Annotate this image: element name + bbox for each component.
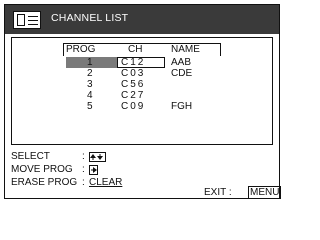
row-prog: 2 bbox=[87, 68, 93, 79]
row-ch: C27 bbox=[121, 90, 146, 101]
move-colon: : bbox=[82, 164, 85, 175]
row-ch: C12 bbox=[121, 57, 146, 68]
move-prog-label: MOVE PROG bbox=[11, 164, 73, 175]
row-ch: C56 bbox=[121, 79, 146, 90]
erase-colon: : bbox=[82, 177, 85, 188]
window-title: CHANNEL LIST bbox=[51, 12, 129, 24]
right-arrow-icon bbox=[91, 167, 97, 173]
row-name: AAB bbox=[171, 57, 192, 68]
exit-label: EXIT : bbox=[204, 187, 232, 198]
row-name: FGH bbox=[171, 101, 193, 112]
select-label: SELECT bbox=[11, 151, 50, 162]
clear-button[interactable]: CLEAR bbox=[89, 177, 122, 188]
column-header-ch: CH bbox=[128, 44, 143, 55]
row-name: CDE bbox=[171, 68, 193, 79]
row-prog: 1 bbox=[87, 57, 93, 68]
row-ch: C03 bbox=[121, 68, 146, 79]
select-keys bbox=[89, 152, 106, 162]
row-prog: 3 bbox=[87, 79, 93, 90]
row-ch: C09 bbox=[121, 101, 146, 112]
row-prog: 4 bbox=[87, 90, 93, 101]
column-header-name: NAME bbox=[171, 44, 200, 55]
title-bar: CHANNEL LIST bbox=[5, 5, 279, 34]
erase-prog-label: ERASE PROG bbox=[11, 177, 78, 188]
select-colon: : bbox=[82, 151, 85, 162]
channel-list-icon bbox=[13, 11, 41, 29]
down-arrow-icon bbox=[97, 154, 103, 160]
column-header-prog: PROG bbox=[66, 44, 96, 55]
move-key bbox=[89, 165, 98, 175]
row-prog: 5 bbox=[87, 101, 93, 112]
menu-button[interactable]: MENU bbox=[248, 186, 282, 199]
